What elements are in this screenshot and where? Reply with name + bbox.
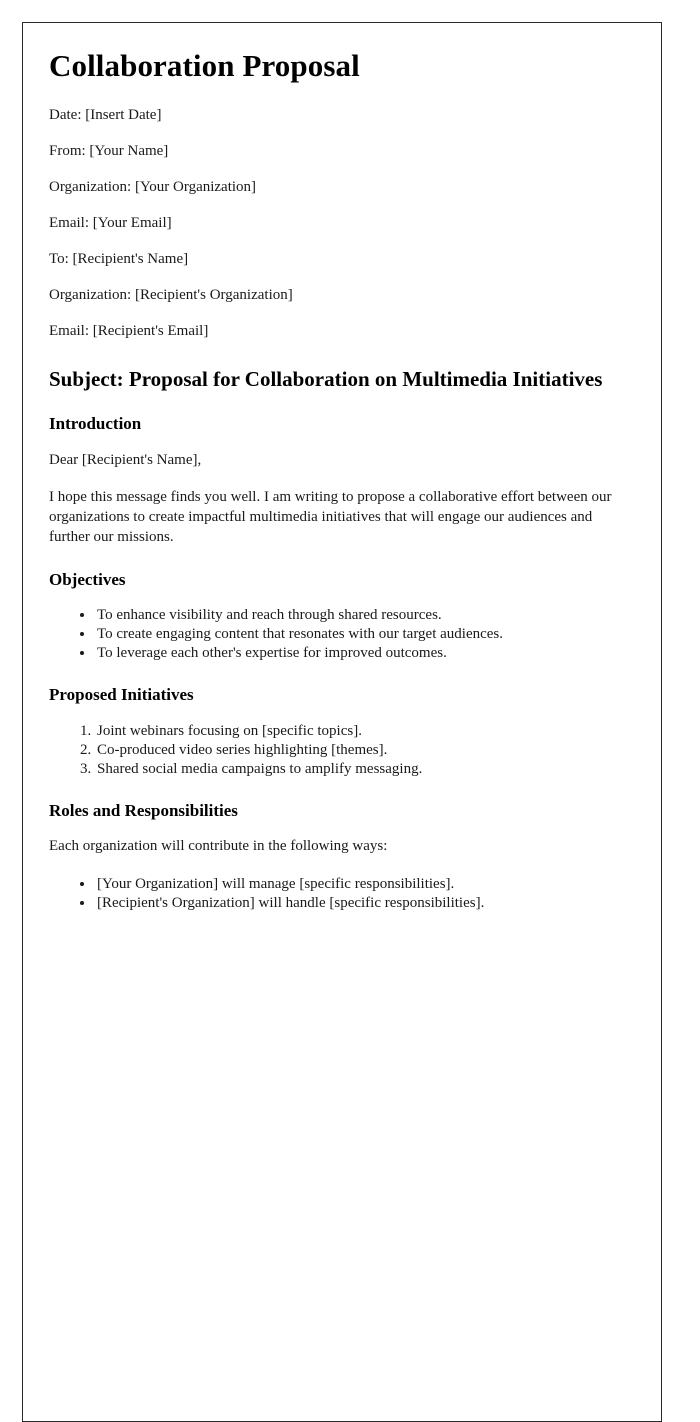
- section-objectives: Objectives To enhance visibility and rea…: [49, 570, 631, 664]
- page-title: Collaboration Proposal: [49, 48, 360, 83]
- section-heading-introduction: Introduction: [49, 414, 142, 434]
- section-introduction: Introduction Dear [Recipient's Name], I …: [49, 414, 631, 548]
- metadata-line-recipient-org: Organization: [Recipient's Organization]: [49, 286, 293, 303]
- metadata-line-sender-org: Organization: [Your Organization]: [49, 178, 257, 195]
- list-item: To leverage each other's expertise for i…: [95, 644, 631, 663]
- section-heading-roles-and-responsibilities: Roles and Responsibilities: [49, 800, 238, 820]
- list-item: [Recipient's Organization] will handle […: [95, 894, 631, 913]
- list-item: Joint webinars focusing on [specific top…: [95, 722, 631, 741]
- list-item: Co-produced video series highlighting [t…: [95, 741, 631, 760]
- metadata-line-date: Date: [Insert Date]: [49, 106, 162, 123]
- roles-list: [Your Organization] will manage [specifi…: [49, 875, 631, 913]
- document-metadata-block: Date: [Insert Date] From: [Your Name] Or…: [49, 106, 631, 340]
- list-item: To create engaging content that resonate…: [95, 625, 631, 644]
- metadata-line-recipient-email: Email: [Recipient's Email]: [49, 322, 209, 339]
- section-proposed-initiatives: Proposed Initiatives Joint webinars focu…: [49, 685, 631, 779]
- metadata-line-to: To: [Recipient's Name]: [49, 250, 189, 267]
- introduction-paragraph: I hope this message finds you well. I am…: [49, 489, 612, 545]
- section-heading-objectives: Objectives: [49, 569, 126, 589]
- proposed-initiatives-list: Joint webinars focusing on [specific top…: [49, 722, 631, 779]
- metadata-line-sender-email: Email: [Your Email]: [49, 214, 172, 231]
- document-page: Collaboration Proposal Date: [Insert Dat…: [22, 22, 662, 1422]
- salutation-text: Dear [Recipient's Name],: [49, 451, 202, 468]
- section-roles-and-responsibilities: Roles and Responsibilities Each organiza…: [49, 801, 631, 913]
- subject-heading: Subject: Proposal for Collaboration on M…: [49, 366, 603, 391]
- objectives-list: To enhance visibility and reach through …: [49, 606, 631, 663]
- section-heading-proposed-initiatives: Proposed Initiatives: [49, 685, 194, 705]
- roles-intro-paragraph: Each organization will contribute in the…: [49, 838, 388, 855]
- metadata-line-from: From: [Your Name]: [49, 142, 169, 159]
- list-item: To enhance visibility and reach through …: [95, 606, 631, 625]
- list-item: Shared social media campaigns to amplify…: [95, 760, 631, 779]
- list-item: [Your Organization] will manage [specifi…: [95, 875, 631, 894]
